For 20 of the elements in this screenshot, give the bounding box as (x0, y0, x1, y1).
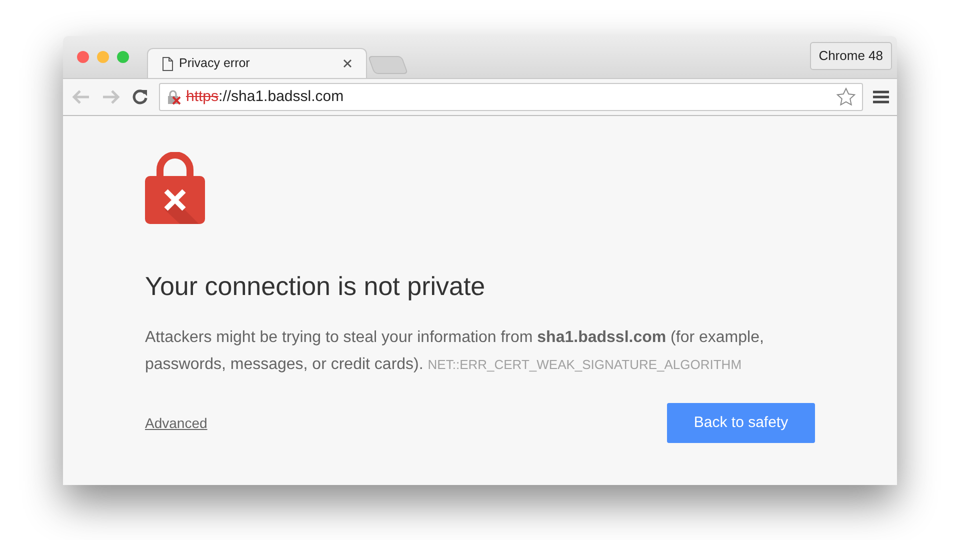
profile-button[interactable]: Chrome 48 (810, 42, 892, 70)
back-icon[interactable] (71, 89, 91, 105)
address-field[interactable]: https://sha1.badssl.com (159, 83, 863, 111)
advanced-link[interactable]: Advanced (145, 412, 208, 434)
url-text: https://sha1.badssl.com (186, 86, 344, 107)
new-tab-button[interactable] (368, 56, 408, 74)
tab-title: Privacy error (179, 55, 251, 72)
close-icon[interactable] (343, 59, 352, 68)
star-icon[interactable] (836, 87, 856, 107)
error-message: Attackers might be trying to steal your information from sha1.badssl.com (for example, passwords, messages, or credit cards). NET::ERR_CERT_WEAK_SIGNATURE_ALGORITHM (145, 328, 765, 375)
page-icon (162, 56, 173, 70)
forward-icon[interactable] (101, 89, 121, 105)
error-heading: Your connection is not private (145, 270, 486, 303)
lock-error-icon (145, 152, 205, 224)
close-window-icon[interactable] (77, 51, 89, 63)
maximize-window-icon[interactable] (117, 51, 129, 63)
browser-tab[interactable]: Privacy error (147, 48, 367, 78)
reload-icon[interactable] (131, 88, 149, 106)
minimize-window-icon[interactable] (97, 51, 109, 63)
menu-icon[interactable] (873, 90, 889, 104)
